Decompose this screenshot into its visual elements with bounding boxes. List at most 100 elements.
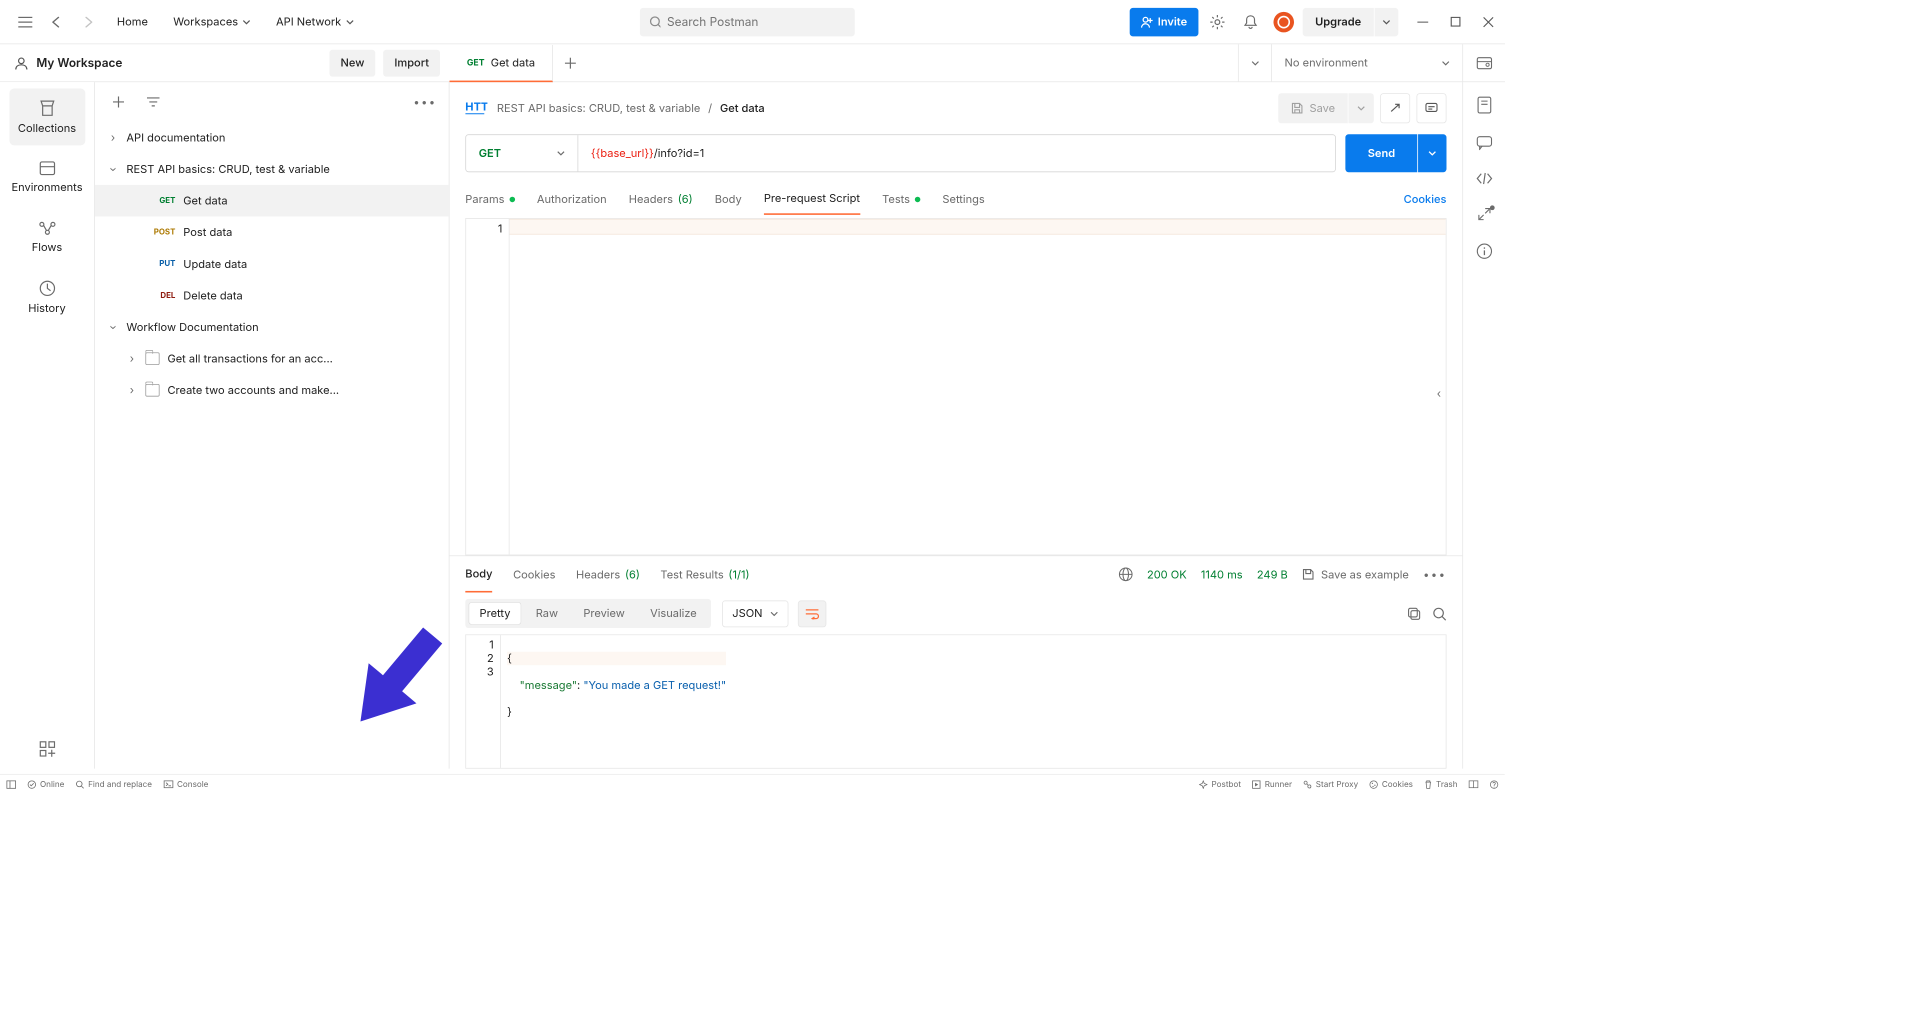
help-icon[interactable] — [1490, 780, 1499, 789]
nav-workspaces[interactable]: Workspaces — [162, 8, 262, 36]
tabs-menu[interactable] — [1238, 44, 1271, 81]
sidebar: ••• › API documentation › REST API basic… — [95, 82, 450, 769]
rail-flows[interactable]: Flows — [9, 209, 85, 266]
sidebar-toggle-icon[interactable] — [6, 780, 16, 789]
view-visualize[interactable]: Visualize — [639, 602, 708, 625]
tree-folder[interactable]: › Get all transactions for an acc... — [95, 343, 449, 375]
tree-collection[interactable]: › Workflow Documentation — [95, 311, 449, 343]
tab-headers[interactable]: Headers (6) — [629, 183, 693, 215]
resp-tab-headers[interactable]: Headers (6) — [576, 556, 640, 592]
documentation-icon[interactable] — [1477, 96, 1491, 113]
send-button[interactable]: Send — [1346, 134, 1418, 172]
window-maximize-icon[interactable] — [1450, 16, 1460, 27]
copy-response-icon[interactable] — [1407, 606, 1421, 620]
share-icon[interactable] — [1380, 93, 1410, 123]
search-input[interactable] — [667, 14, 845, 29]
view-preview[interactable]: Preview — [572, 602, 636, 625]
postbot-button[interactable]: Postbot — [1199, 779, 1241, 789]
upgrade-button[interactable]: Upgrade — [1302, 8, 1373, 36]
script-editor[interactable]: 1 ‹ — [465, 218, 1446, 555]
global-search[interactable] — [640, 8, 855, 36]
runner-button[interactable]: Runner — [1252, 779, 1292, 789]
new-tab-button[interactable] — [553, 44, 588, 81]
find-replace-button[interactable]: Find and replace — [76, 779, 152, 789]
tree-request[interactable]: DEL Delete data — [95, 280, 449, 312]
environment-quicklook-icon[interactable] — [1462, 44, 1505, 81]
search-response-icon[interactable] — [1432, 606, 1446, 620]
sidebar-add-button[interactable] — [104, 88, 132, 116]
sidebar-more-icon[interactable]: ••• — [411, 88, 439, 116]
send-menu[interactable] — [1418, 134, 1446, 172]
cookies-button[interactable]: Cookies — [1369, 779, 1413, 789]
tree-request[interactable]: POST Post data — [95, 216, 449, 248]
rail-configure-icon[interactable] — [9, 729, 85, 769]
comments-icon[interactable] — [1416, 93, 1446, 123]
network-icon[interactable] — [1119, 567, 1133, 581]
expand-icon[interactable] — [1477, 207, 1491, 221]
view-raw[interactable]: Raw — [525, 602, 569, 625]
response-more-icon[interactable]: ••• — [1423, 568, 1446, 581]
tab-params[interactable]: Params — [465, 183, 514, 215]
method-tag: GET — [149, 196, 176, 205]
response-body[interactable]: 1 2 3 { "message": "You made a GET reque… — [465, 634, 1446, 768]
status-bar: Online Find and replace Console Postbot … — [0, 774, 1505, 794]
rail-environments[interactable]: Environments — [9, 149, 85, 206]
comments-rail-icon[interactable] — [1476, 136, 1492, 150]
tree-request[interactable]: PUT Update data — [95, 248, 449, 280]
method-selector[interactable]: GET — [466, 135, 578, 171]
tree-request-get-data[interactable]: GET Get data — [95, 185, 449, 217]
resp-tab-tests[interactable]: Test Results (1/1) — [660, 556, 749, 592]
method-tag: POST — [149, 228, 176, 237]
account-avatar[interactable] — [1269, 8, 1297, 36]
play-icon — [1252, 780, 1261, 789]
tab-prerequest-script[interactable]: Pre-request Script — [764, 183, 860, 215]
tab-settings[interactable]: Settings — [942, 183, 984, 215]
invite-button[interactable]: Invite — [1129, 8, 1198, 36]
tree-collection[interactable]: › REST API basics: CRUD, test & variable — [95, 153, 449, 185]
save-menu[interactable] — [1349, 93, 1374, 123]
cookies-link[interactable]: Cookies — [1404, 192, 1447, 205]
tab-method: GET — [467, 57, 485, 68]
back-icon[interactable] — [43, 8, 71, 36]
two-pane-icon[interactable] — [1469, 780, 1479, 788]
format-selector[interactable]: JSON — [722, 600, 789, 627]
rail-collections[interactable]: Collections — [9, 88, 85, 145]
nav-home[interactable]: Home — [106, 8, 159, 36]
tab-tests[interactable]: Tests — [882, 183, 920, 215]
window-minimize-icon[interactable] — [1417, 16, 1428, 27]
upgrade-menu[interactable] — [1375, 8, 1399, 36]
rail-history[interactable]: History — [9, 269, 85, 326]
breadcrumb[interactable]: REST API basics: CRUD, test & variable /… — [497, 102, 765, 115]
import-button[interactable]: Import — [383, 49, 440, 76]
notifications-icon[interactable] — [1236, 8, 1264, 36]
info-icon[interactable] — [1476, 243, 1492, 259]
http-icon: HTTP — [465, 100, 487, 116]
tree-folder[interactable]: › Create two accounts and make... — [95, 374, 449, 406]
resp-tab-body[interactable]: Body — [465, 556, 492, 592]
tree-label: Create two accounts and make... — [167, 384, 339, 397]
code-snippet-icon[interactable] — [1475, 172, 1492, 185]
console-button[interactable]: Console — [163, 779, 208, 789]
wrap-lines-icon[interactable] — [798, 600, 826, 627]
nav-api-network[interactable]: API Network — [265, 8, 365, 36]
trash-button[interactable]: Trash — [1424, 779, 1457, 789]
request-tab-active[interactable]: GET Get data — [450, 45, 554, 82]
hamburger-icon[interactable] — [11, 8, 39, 36]
url-input[interactable]: {{base_url}}/info?id=1 — [578, 135, 1335, 171]
search-icon — [76, 780, 85, 789]
workspace-title[interactable]: My Workspace — [36, 55, 321, 70]
settings-icon[interactable] — [1203, 8, 1231, 36]
tree-collection[interactable]: › API documentation — [95, 122, 449, 154]
collapse-icon[interactable]: ‹ — [1437, 387, 1441, 400]
view-pretty[interactable]: Pretty — [468, 602, 521, 625]
tab-authorization[interactable]: Authorization — [537, 183, 607, 215]
window-close-icon[interactable] — [1483, 16, 1494, 27]
new-button[interactable]: New — [329, 49, 375, 76]
sidebar-filter-icon[interactable] — [139, 88, 167, 116]
tab-body[interactable]: Body — [715, 183, 742, 215]
sync-status[interactable]: Online — [27, 779, 64, 789]
start-proxy-button[interactable]: Start Proxy — [1303, 779, 1358, 789]
resp-tab-cookies[interactable]: Cookies — [513, 556, 555, 592]
environment-selector[interactable]: No environment — [1271, 44, 1462, 81]
save-as-example-button[interactable]: Save as example — [1302, 568, 1409, 581]
